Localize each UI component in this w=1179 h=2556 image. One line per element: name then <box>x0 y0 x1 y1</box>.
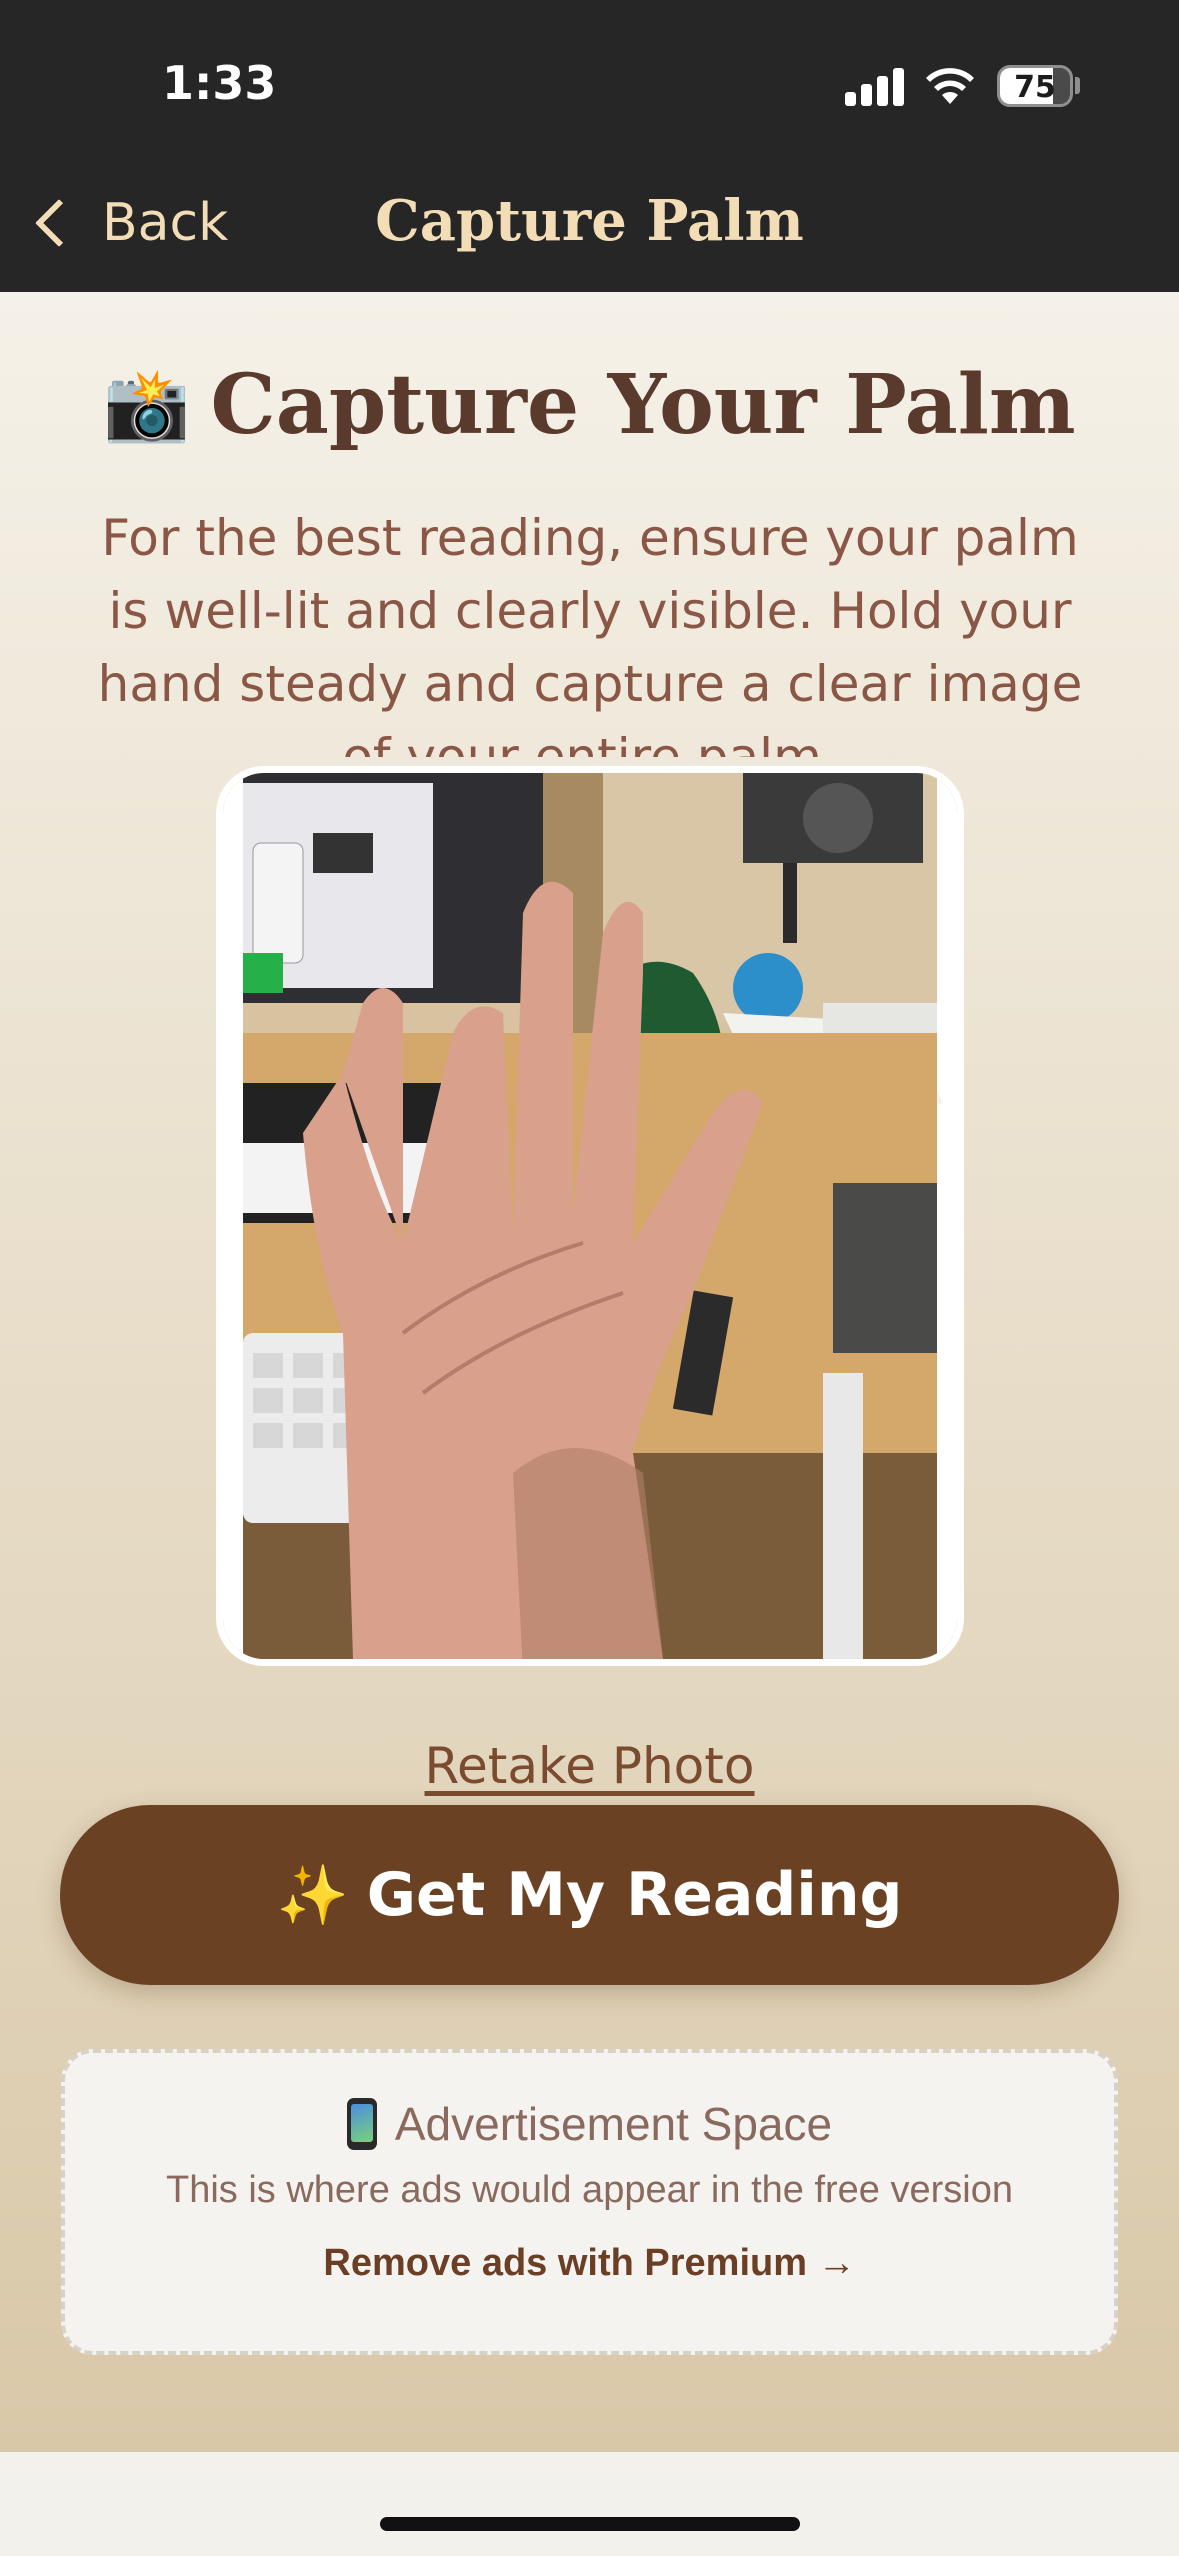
ad-placeholder: Advertisement Space This is where ads wo… <box>61 2049 1118 2355</box>
bottom-safe-area <box>0 2452 1179 2556</box>
palm-photo-preview <box>216 766 964 1666</box>
get-reading-button[interactable]: ✨ Get My Reading <box>60 1805 1119 1985</box>
remove-ads-link[interactable]: Remove ads with Premium → <box>65 2242 1114 2285</box>
top-bar: 1:33 75 Back Capture Palm <box>0 0 1179 292</box>
nav-title: Capture Palm <box>375 188 804 254</box>
ad-title-row: Advertisement Space <box>65 2097 1114 2151</box>
page-title: Capture Your Palm <box>210 357 1076 453</box>
camera-flash-icon: 📸 <box>103 363 191 446</box>
instructions-text: For the best reading, ensure your palm i… <box>97 509 1083 757</box>
main-content: 📸 Capture Your Palm For the best reading… <box>0 292 1179 2452</box>
status-time: 1:33 <box>162 56 277 110</box>
palm-photo <box>223 773 957 1659</box>
mobile-phone-icon <box>346 2098 377 2150</box>
cellular-signal-icon <box>845 66 905 106</box>
battery-icon: 75 <box>997 65 1073 107</box>
wifi-icon <box>926 68 974 104</box>
home-indicator[interactable] <box>380 2517 800 2531</box>
ad-title: Advertisement Space <box>394 2098 833 2150</box>
sparkles-icon: ✨ <box>276 1860 349 1929</box>
ad-subtitle: This is where ads would appear in the fr… <box>165 2169 1013 2211</box>
page-heading: 📸 Capture Your Palm <box>0 357 1179 453</box>
battery-level: 75 <box>1014 70 1056 105</box>
retake-photo-link[interactable]: Retake Photo <box>0 1737 1179 1795</box>
get-reading-label: Get My Reading <box>366 1860 903 1930</box>
